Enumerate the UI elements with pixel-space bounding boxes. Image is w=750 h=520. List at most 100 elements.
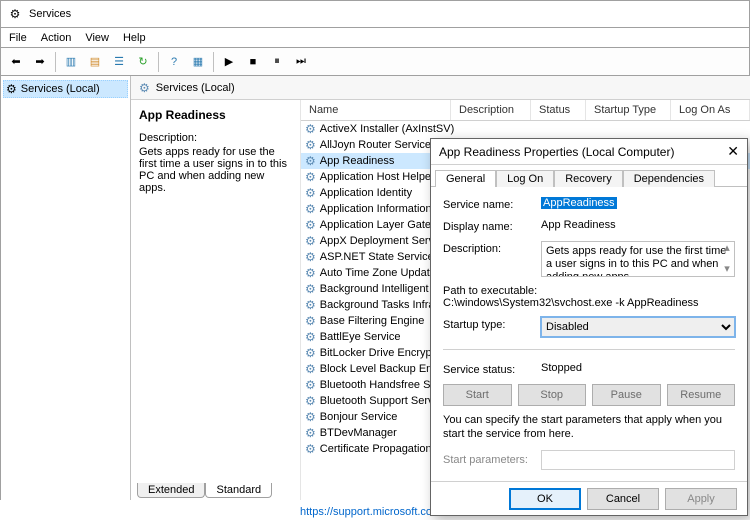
description-text: Gets apps ready for use the first time a…	[139, 146, 292, 194]
service-name-cell: BattlEye Service	[320, 331, 401, 343]
startup-type-select[interactable]: Disabled	[541, 317, 735, 337]
label-description: Description:	[443, 241, 533, 255]
dialog-titlebar[interactable]: App Readiness Properties (Local Computer…	[431, 139, 747, 165]
resume-button[interactable]: Resume	[667, 384, 736, 406]
apply-button[interactable]: Apply	[665, 488, 737, 510]
selected-service-name: App Readiness	[139, 108, 292, 122]
label-display-name: Display name:	[443, 219, 533, 233]
tab-recovery[interactable]: Recovery	[554, 170, 622, 187]
bottom-tabs: Extended Standard	[137, 483, 272, 498]
tab-dependencies[interactable]: Dependencies	[623, 170, 715, 187]
restart-icon: ⏭	[296, 55, 306, 68]
service-name-cell: Application Identity	[320, 187, 412, 199]
gear-icon: ⚙	[305, 202, 316, 216]
restart-service-button[interactable]: ⏭	[290, 51, 312, 73]
columns-button[interactable]: ▦	[187, 51, 209, 73]
stop-icon: ■	[250, 56, 257, 68]
value-service-name[interactable]: AppReadiness	[541, 197, 617, 209]
menu-action[interactable]: Action	[41, 32, 72, 44]
list-row[interactable]: ⚙ActiveX Installer (AxInstSV)	[301, 121, 750, 137]
gear-icon: ⚙	[305, 314, 316, 328]
content-header: ⚙ Services (Local)	[131, 76, 750, 100]
gear-icon: ⚙	[305, 426, 316, 440]
list-header[interactable]: Name Description Status Startup Type Log…	[301, 100, 750, 121]
properties-icon: ▤	[90, 55, 100, 68]
service-name-cell: Auto Time Zone Updater	[320, 267, 440, 279]
description-content: Gets apps ready for use the first time a…	[546, 245, 726, 277]
tree-root-label: Services (Local)	[21, 83, 100, 95]
service-name-cell: BTDevManager	[320, 427, 397, 439]
gear-icon: ⚙	[305, 442, 316, 456]
gear-icon: ⚙	[305, 362, 316, 376]
footer-link[interactable]: https://support.microsoft.con	[300, 506, 438, 518]
scroll-up-icon[interactable]: ▴	[724, 242, 730, 255]
help-button[interactable]: ?	[163, 51, 185, 73]
show-hide-tree-button[interactable]: ▥	[60, 51, 82, 73]
gear-icon: ⚙	[305, 266, 316, 280]
start-button[interactable]: Start	[443, 384, 512, 406]
arrow-left-icon: ⬅	[11, 55, 20, 68]
pause-icon: ⏸	[274, 55, 280, 68]
col-status[interactable]: Status	[531, 100, 586, 120]
col-name[interactable]: Name	[301, 100, 451, 120]
export-list-button[interactable]: ☰	[108, 51, 130, 73]
gear-icon: ⚙	[305, 394, 316, 408]
value-path: C:\windows\System32\svchost.exe -k AppRe…	[443, 297, 735, 309]
close-icon[interactable]: ✕	[727, 143, 739, 160]
start-service-button[interactable]: ▶	[218, 51, 240, 73]
help-icon: ?	[171, 56, 177, 68]
service-name-cell: AllJoyn Router Service	[320, 139, 431, 151]
start-params-note: You can specify the start parameters tha…	[443, 414, 735, 442]
col-startup-type[interactable]: Startup Type	[586, 100, 671, 120]
back-button[interactable]: ⬅	[5, 51, 27, 73]
dialog-tabs: General Log On Recovery Dependencies	[431, 165, 747, 187]
gear-icon: ⚙	[305, 298, 316, 312]
gear-icon: ⚙	[305, 170, 316, 184]
stop-button[interactable]: Stop	[518, 384, 587, 406]
gear-icon: ⚙	[305, 330, 316, 344]
services-app-icon: ⚙	[7, 6, 23, 22]
scroll-down-icon[interactable]: ▾	[724, 263, 730, 276]
col-description[interactable]: Description	[451, 100, 531, 120]
gear-icon: ⚙	[305, 186, 316, 200]
pause-button[interactable]: Pause	[592, 384, 661, 406]
tab-log-on[interactable]: Log On	[496, 170, 554, 187]
menu-view[interactable]: View	[85, 32, 109, 44]
tree-root-item[interactable]: ⚙ Services (Local)	[3, 80, 128, 98]
refresh-icon: ↻	[138, 55, 147, 68]
dialog-footer: OK Cancel Apply	[431, 481, 747, 515]
refresh-button[interactable]: ↻	[132, 51, 154, 73]
columns-icon: ▦	[193, 55, 203, 68]
export-icon: ☰	[114, 55, 124, 68]
ok-button[interactable]: OK	[509, 488, 581, 510]
forward-button[interactable]: ➡	[29, 51, 51, 73]
col-log-on-as[interactable]: Log On As	[671, 100, 750, 120]
menu-help[interactable]: Help	[123, 32, 146, 44]
value-description[interactable]: Gets apps ready for use the first time a…	[541, 241, 735, 277]
content-header-title: Services (Local)	[156, 82, 235, 94]
details-panel: App Readiness Description: Gets apps rea…	[131, 100, 301, 500]
description-label: Description:	[139, 132, 292, 144]
dialog-body: Service name: AppReadiness Display name:…	[431, 187, 747, 481]
stop-service-button[interactable]: ■	[242, 51, 264, 73]
gear-icon: ⚙	[305, 122, 316, 136]
tree-pane[interactable]: ⚙ Services (Local)	[1, 76, 131, 500]
menu-file[interactable]: File	[9, 32, 27, 44]
label-service-name: Service name:	[443, 197, 533, 211]
tab-general[interactable]: General	[435, 170, 496, 187]
tab-standard[interactable]: Standard	[205, 483, 272, 498]
service-name-cell: Application Information	[320, 203, 432, 215]
panel-icon: ▥	[66, 55, 76, 68]
gear-icon: ⚙	[305, 410, 316, 424]
gear-icon: ⚙	[305, 378, 316, 392]
toolbar: ⬅ ➡ ▥ ▤ ☰ ↻ ? ▦ ▶ ■ ⏸ ⏭	[0, 48, 750, 76]
cancel-button[interactable]: Cancel	[587, 488, 659, 510]
play-icon: ▶	[225, 55, 233, 68]
window-titlebar: ⚙ Services	[0, 0, 750, 28]
properties-tb-button[interactable]: ▤	[84, 51, 106, 73]
gear-icon: ⚙	[305, 250, 316, 264]
arrow-right-icon: ➡	[35, 55, 44, 68]
service-name-cell: Bluetooth Support Service	[320, 395, 448, 407]
tab-extended[interactable]: Extended	[137, 483, 205, 498]
pause-service-button[interactable]: ⏸	[266, 51, 288, 73]
